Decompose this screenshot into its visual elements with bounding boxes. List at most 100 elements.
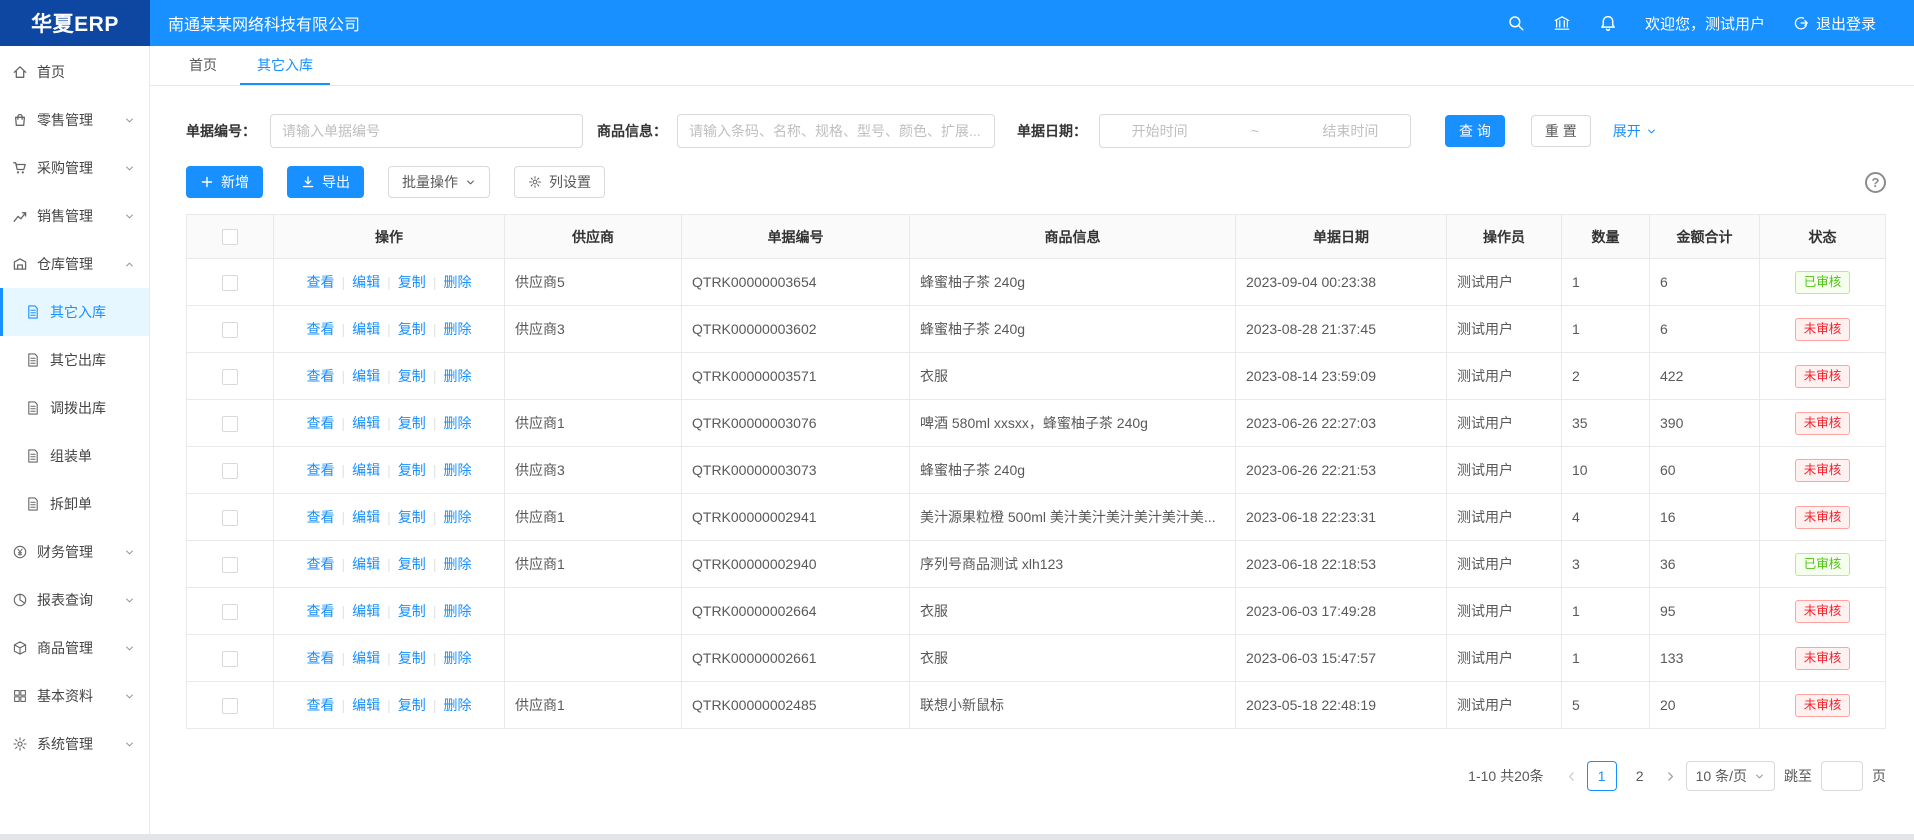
- export-button[interactable]: 导出: [287, 166, 364, 198]
- action-copy-link[interactable]: 复制: [391, 648, 433, 668]
- page-1-button[interactable]: 1: [1587, 761, 1617, 791]
- action-view-link[interactable]: 查看: [300, 648, 342, 668]
- action-edit-link[interactable]: 编辑: [345, 460, 387, 480]
- column-settings-button[interactable]: 列设置: [514, 166, 605, 198]
- row-checkbox[interactable]: [222, 275, 238, 291]
- bill-date-cell: 2023-05-18 22:48:19: [1236, 682, 1447, 729]
- row-checkbox[interactable]: [222, 698, 238, 714]
- operator-cell: 测试用户: [1447, 588, 1562, 635]
- action-view-link[interactable]: 查看: [300, 460, 342, 480]
- sidebar-item-retail[interactable]: 零售管理: [0, 96, 149, 144]
- sidebar-item-label: 其它入库: [50, 302, 106, 322]
- select-all-checkbox[interactable]: [222, 229, 238, 245]
- action-edit-link[interactable]: 编辑: [345, 366, 387, 386]
- row-checkbox[interactable]: [222, 651, 238, 667]
- action-view-link[interactable]: 查看: [300, 507, 342, 527]
- logout-button[interactable]: 退出登录: [1793, 13, 1876, 34]
- row-checkbox[interactable]: [222, 557, 238, 573]
- action-copy-link[interactable]: 复制: [391, 366, 433, 386]
- sidebar-item-finance[interactable]: 财务管理: [0, 528, 149, 576]
- tab-home[interactable]: 首页: [172, 46, 234, 85]
- action-edit-link[interactable]: 编辑: [345, 413, 387, 433]
- action-delete-link[interactable]: 删除: [436, 460, 478, 480]
- bill-no-cell: QTRK00000002664: [682, 588, 910, 635]
- action-edit-link[interactable]: 编辑: [345, 648, 387, 668]
- action-delete-link[interactable]: 删除: [436, 695, 478, 715]
- page-size-select[interactable]: 10 条/页: [1686, 761, 1775, 791]
- sidebar-item-assembly-bill[interactable]: 组装单: [0, 432, 149, 480]
- action-delete-link[interactable]: 删除: [436, 554, 478, 574]
- search-button[interactable]: 查 询: [1445, 115, 1505, 147]
- horizontal-scrollbar[interactable]: [0, 834, 1914, 840]
- batch-actions-button[interactable]: 批量操作: [388, 166, 490, 198]
- action-edit-link[interactable]: 编辑: [345, 272, 387, 292]
- sidebar-item-transfer-outbound[interactable]: 调拨出库: [0, 384, 149, 432]
- action-view-link[interactable]: 查看: [300, 413, 342, 433]
- sidebar-item-report[interactable]: 报表查询: [0, 576, 149, 624]
- row-checkbox[interactable]: [222, 604, 238, 620]
- sidebar-item-home[interactable]: 首页: [0, 48, 149, 96]
- sidebar-item-purchase[interactable]: 采购管理: [0, 144, 149, 192]
- action-view-link[interactable]: 查看: [300, 554, 342, 574]
- sidebar-item-disassembly-bill[interactable]: 拆卸单: [0, 480, 149, 528]
- sidebar-item-other-inbound[interactable]: 其它入库: [0, 288, 149, 336]
- action-copy-link[interactable]: 复制: [391, 695, 433, 715]
- quantity-cell: 1: [1562, 259, 1650, 306]
- goods-info-input[interactable]: [677, 114, 995, 148]
- action-copy-link[interactable]: 复制: [391, 272, 433, 292]
- table-row: 查看|编辑|复制|删除QTRK00000002664衣服2023-06-03 1…: [187, 588, 1886, 635]
- action-copy-link[interactable]: 复制: [391, 413, 433, 433]
- action-view-link[interactable]: 查看: [300, 366, 342, 386]
- sidebar-item-basic[interactable]: 基本资料: [0, 672, 149, 720]
- row-checkbox[interactable]: [222, 369, 238, 385]
- row-checkbox[interactable]: [222, 510, 238, 526]
- goods-info-cell: 蜂蜜柚子茶 240g: [910, 447, 1236, 494]
- platform-icon[interactable]: [1553, 14, 1571, 32]
- expand-link[interactable]: 展开: [1613, 121, 1657, 141]
- action-view-link[interactable]: 查看: [300, 695, 342, 715]
- help-icon[interactable]: ?: [1865, 172, 1886, 193]
- sidebar-item-warehouse[interactable]: 仓库管理: [0, 240, 149, 288]
- action-delete-link[interactable]: 删除: [436, 272, 478, 292]
- action-copy-link[interactable]: 复制: [391, 601, 433, 621]
- sidebar-item-other-outbound[interactable]: 其它出库: [0, 336, 149, 384]
- row-checkbox[interactable]: [222, 416, 238, 432]
- sidebar-item-sales[interactable]: 销售管理: [0, 192, 149, 240]
- tab-other-inbound[interactable]: 其它入库: [240, 46, 330, 85]
- add-button[interactable]: 新增: [186, 166, 263, 198]
- action-copy-link[interactable]: 复制: [391, 460, 433, 480]
- sidebar-item-system[interactable]: 系统管理: [0, 720, 149, 768]
- checkbox-cell: [187, 682, 274, 729]
- action-copy-link[interactable]: 复制: [391, 319, 433, 339]
- bell-icon[interactable]: [1599, 14, 1617, 32]
- action-view-link[interactable]: 查看: [300, 272, 342, 292]
- action-delete-link[interactable]: 删除: [436, 648, 478, 668]
- reset-button[interactable]: 重 置: [1531, 115, 1591, 147]
- action-edit-link[interactable]: 编辑: [345, 554, 387, 574]
- action-copy-link[interactable]: 复制: [391, 554, 433, 574]
- sidebar-item-goods[interactable]: 商品管理: [0, 624, 149, 672]
- page-2-button[interactable]: 2: [1625, 761, 1655, 791]
- bill-no-input[interactable]: [270, 114, 583, 148]
- action-delete-link[interactable]: 删除: [436, 507, 478, 527]
- search-icon[interactable]: [1507, 14, 1525, 32]
- status-badge: 未审核: [1795, 600, 1851, 623]
- action-edit-link[interactable]: 编辑: [345, 319, 387, 339]
- date-range-picker[interactable]: 开始时间 ~ 结束时间: [1099, 114, 1411, 148]
- jump-page-input[interactable]: [1821, 761, 1863, 791]
- action-delete-link[interactable]: 删除: [436, 366, 478, 386]
- row-checkbox[interactable]: [222, 322, 238, 338]
- action-delete-link[interactable]: 删除: [436, 413, 478, 433]
- action-edit-link[interactable]: 编辑: [345, 601, 387, 621]
- action-edit-link[interactable]: 编辑: [345, 507, 387, 527]
- goods-info-cell: 衣服: [910, 353, 1236, 400]
- next-page-button[interactable]: [1664, 770, 1677, 783]
- action-edit-link[interactable]: 编辑: [345, 695, 387, 715]
- action-view-link[interactable]: 查看: [300, 601, 342, 621]
- action-copy-link[interactable]: 复制: [391, 507, 433, 527]
- action-delete-link[interactable]: 删除: [436, 601, 478, 621]
- row-checkbox[interactable]: [222, 463, 238, 479]
- action-delete-link[interactable]: 删除: [436, 319, 478, 339]
- action-view-link[interactable]: 查看: [300, 319, 342, 339]
- prev-page-button[interactable]: [1565, 770, 1578, 783]
